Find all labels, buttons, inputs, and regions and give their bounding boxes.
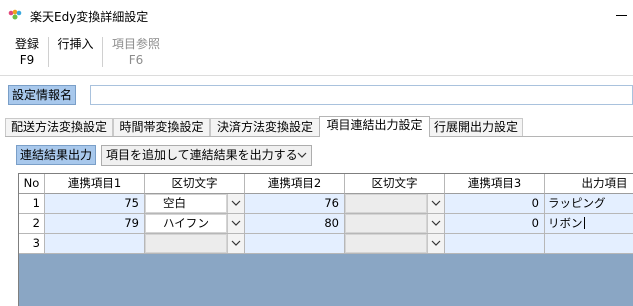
window-title: 楽天Edy変換詳細設定 bbox=[30, 10, 149, 24]
item2-cell[interactable]: 76 bbox=[245, 194, 345, 214]
item1-cell[interactable] bbox=[45, 234, 145, 254]
text-cursor bbox=[583, 217, 585, 229]
chevron-down-icon bbox=[431, 220, 441, 226]
concat-grid: No 連携項目1 区切文字 連携項目2 区切文字 連携項目3 出力項目 1 75… bbox=[18, 173, 633, 306]
tab-item-concat-output[interactable]: 項目連結出力設定 bbox=[319, 116, 430, 137]
item-reference-button-key: F6 bbox=[128, 53, 144, 67]
separator2-value bbox=[345, 194, 427, 213]
separator2-combo[interactable] bbox=[345, 234, 445, 254]
app-icon bbox=[8, 9, 22, 20]
output-item-cell[interactable]: リボン bbox=[545, 214, 633, 234]
insert-row-button[interactable]: 行挿入 bbox=[53, 36, 98, 70]
separator1-combo[interactable]: 空白 bbox=[145, 194, 245, 214]
item3-cell[interactable]: 0 bbox=[445, 194, 545, 214]
item3-cell[interactable]: 0 bbox=[445, 214, 545, 234]
header-separator1: 区切文字 bbox=[145, 174, 245, 194]
tab-shipping-method[interactable]: 配送方法変換設定 bbox=[5, 118, 113, 137]
separator2-value bbox=[345, 214, 427, 233]
settings-name-row: 設定情報名 bbox=[0, 82, 633, 108]
row-number: 1 bbox=[19, 194, 45, 214]
header-no: No bbox=[19, 174, 45, 194]
dropdown-button[interactable] bbox=[227, 194, 244, 213]
register-button-label: 登録 bbox=[14, 37, 39, 51]
separator1-combo[interactable] bbox=[145, 234, 245, 254]
chevron-down-icon bbox=[231, 220, 241, 226]
separator2-combo[interactable] bbox=[345, 214, 445, 234]
title-bar: 楽天Edy変換詳細設定 bbox=[0, 0, 633, 31]
toolbar-separator bbox=[102, 37, 103, 67]
output-item-value: リボン bbox=[548, 216, 583, 230]
separator2-value bbox=[345, 234, 427, 253]
separator1-combo[interactable]: ハイフン bbox=[145, 214, 245, 234]
header-item2: 連携項目2 bbox=[245, 174, 345, 194]
chevron-down-icon bbox=[431, 200, 441, 206]
tab-strip: 配送方法変換設定 時間帯変換設定 決済方法変換設定 項目連結出力設定 行展開出力… bbox=[5, 116, 633, 137]
separator1-value: ハイフン bbox=[145, 214, 227, 233]
concat-output-label: 連結結果出力 bbox=[16, 145, 97, 165]
chevron-down-icon bbox=[431, 240, 441, 246]
separator1-value: 空白 bbox=[145, 194, 227, 213]
toolbar-divider bbox=[0, 75, 633, 76]
item1-cell[interactable]: 75 bbox=[45, 194, 145, 214]
item2-cell[interactable]: 80 bbox=[245, 214, 345, 234]
dropdown-button[interactable] bbox=[227, 234, 244, 253]
chevron-down-icon bbox=[231, 240, 241, 246]
dropdown-button[interactable] bbox=[427, 214, 444, 233]
item2-cell[interactable] bbox=[245, 234, 345, 254]
tab-time-slot[interactable]: 時間帯変換設定 bbox=[113, 118, 210, 137]
header-separator2: 区切文字 bbox=[345, 174, 445, 194]
item3-cell[interactable] bbox=[445, 234, 545, 254]
dropdown-button[interactable] bbox=[427, 234, 444, 253]
row-number: 3 bbox=[19, 234, 45, 254]
settings-name-label: 設定情報名 bbox=[8, 85, 77, 105]
item-reference-button-label: 項目参照 bbox=[111, 37, 160, 51]
concat-output-selected: 項目を追加して連結結果を出力する bbox=[106, 148, 298, 162]
header-item3: 連携項目3 bbox=[445, 174, 545, 194]
toolbar: 登録 F9 行挿入 項目参照 F6 bbox=[0, 31, 633, 75]
dropdown-button[interactable] bbox=[227, 214, 244, 233]
header-item1: 連携項目1 bbox=[45, 174, 145, 194]
register-button[interactable]: 登録 F9 bbox=[9, 36, 45, 70]
separator2-combo[interactable] bbox=[345, 194, 445, 214]
tab-row-expand-output[interactable]: 行展開出力設定 bbox=[429, 118, 523, 137]
minimize-button[interactable] bbox=[613, 8, 627, 22]
chevron-down-icon bbox=[231, 200, 241, 206]
output-item-cell[interactable] bbox=[545, 234, 633, 254]
tab-payment-method[interactable]: 決済方法変換設定 bbox=[210, 118, 320, 137]
settings-name-input[interactable] bbox=[90, 85, 633, 105]
concat-output-select[interactable]: 項目を追加して連結結果を出力する bbox=[101, 145, 312, 166]
insert-row-button-label: 行挿入 bbox=[57, 37, 94, 51]
header-output: 出力項目 bbox=[545, 174, 633, 194]
separator1-value bbox=[145, 234, 227, 253]
register-button-key: F9 bbox=[19, 53, 35, 67]
toolbar-separator bbox=[48, 37, 49, 67]
output-item-cell[interactable]: ラッピング bbox=[545, 194, 633, 214]
item1-cell[interactable]: 79 bbox=[45, 214, 145, 234]
chevron-down-icon bbox=[297, 152, 307, 158]
row-number: 2 bbox=[19, 214, 45, 234]
concat-output-row: 連結結果出力 項目を追加して連結結果を出力する bbox=[0, 143, 633, 167]
item-reference-button[interactable]: 項目参照 F6 bbox=[106, 36, 166, 70]
dropdown-button[interactable] bbox=[427, 194, 444, 213]
